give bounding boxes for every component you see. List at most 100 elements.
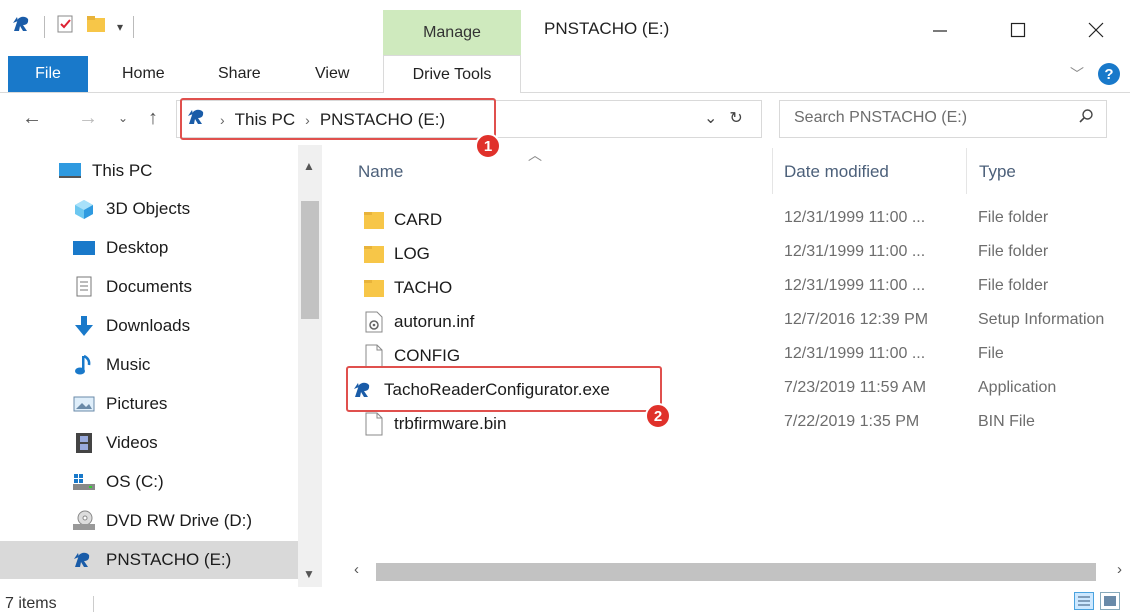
sidebar-item-os-c[interactable]: OS (C:) (72, 463, 372, 501)
file-type: File folder (978, 209, 1049, 226)
search-icon[interactable] (1078, 108, 1094, 129)
toolbar-divider (133, 15, 135, 38)
properties-icon[interactable] (55, 14, 75, 39)
scroll-right-icon[interactable]: › (1117, 561, 1122, 578)
file-date: 12/31/1999 11:00 ... (784, 243, 926, 260)
file-type: File folder (978, 277, 1049, 294)
address-highlight-box (180, 98, 496, 140)
close-icon (1088, 22, 1104, 38)
tab-file[interactable]: File (8, 56, 88, 92)
file-name-cell: LOG (362, 242, 430, 266)
file-date: 12/31/1999 11:00 ... (784, 277, 926, 294)
file-date: 12/7/2016 12:39 PM (784, 311, 929, 328)
table-row[interactable]: CARD 12/31/1999 11:00 ... File folder (0, 201, 1130, 235)
toolbar-divider (44, 15, 45, 38)
file-name-cell: CONFIG (362, 344, 460, 368)
address-dropdown-icon[interactable]: ⌄ (704, 108, 717, 128)
column-header-type[interactable]: Type (979, 162, 1016, 182)
file-date: 7/22/2019 1:35 PM (784, 413, 920, 430)
tab-share[interactable]: Share (218, 55, 261, 93)
file-name-cell: TACHO (362, 276, 452, 300)
maximize-icon (1010, 22, 1026, 38)
file-name-cell: autorun.inf (362, 310, 474, 334)
sidebar-item-pnstacho[interactable]: PNSTACHO (E:) (0, 541, 298, 579)
horizontal-scrollbar[interactable]: ‹ › (348, 560, 1130, 584)
settings-file-icon (362, 310, 386, 334)
new-folder-icon[interactable] (85, 14, 107, 39)
file-name: CARD (394, 210, 443, 229)
file-type: Setup Information (978, 311, 1105, 328)
tab-drive-tools[interactable]: Drive Tools (383, 55, 521, 94)
close-button[interactable] (1066, 10, 1126, 50)
back-arrow-icon[interactable]: ← (22, 107, 42, 130)
file-type: File folder (978, 243, 1049, 260)
recent-locations-icon[interactable]: ⌄ (118, 111, 128, 125)
column-header-date[interactable]: Date modified (784, 162, 889, 182)
large-icons-view-icon[interactable] (1100, 592, 1120, 610)
dvd-drive-icon (72, 510, 96, 532)
sidebar-item-label: This PC (92, 161, 153, 180)
sidebar-item-label: PNSTACHO (E:) (106, 550, 232, 569)
file-date: 7/23/2019 11:59 AM (784, 379, 927, 396)
minimize-icon (933, 30, 947, 32)
file-date: 12/31/1999 11:00 ... (784, 345, 926, 362)
file-name: autorun.inf (394, 312, 475, 331)
tab-manage[interactable]: Manage (383, 10, 521, 55)
title-bar: ▾ Manage PNSTACHO (E:) (0, 0, 1130, 55)
column-divider[interactable] (966, 148, 967, 194)
address-tools: ⌄ ↻ (704, 108, 743, 128)
monitor-icon (58, 160, 82, 182)
maximize-button[interactable] (988, 10, 1048, 50)
windows-drive-icon (72, 471, 96, 493)
tab-view[interactable]: View (315, 55, 349, 93)
file-date: 12/31/1999 11:00 ... (784, 209, 926, 226)
file-type: Application (978, 379, 1057, 396)
column-divider[interactable] (772, 148, 773, 194)
tab-home[interactable]: Home (122, 55, 165, 93)
step-badge-2: 2 (645, 403, 671, 429)
exe-highlight-box (346, 366, 662, 412)
expand-ribbon-icon[interactable]: ﹀ (1070, 64, 1084, 84)
help-icon[interactable]: ? (1098, 63, 1120, 85)
pnstacho-logo-icon (12, 15, 34, 38)
file-name: LOG (394, 244, 430, 263)
sidebar-item-label: OS (C:) (106, 472, 164, 491)
refresh-icon[interactable]: ↻ (729, 108, 742, 128)
file-type: BIN File (978, 413, 1035, 430)
file-name: CONFIG (394, 346, 461, 365)
blank-file-icon (362, 344, 386, 368)
scroll-left-icon[interactable]: ‹ (354, 561, 359, 578)
forward-arrow-icon[interactable]: → (78, 107, 98, 130)
search-input[interactable]: Search PNSTACHO (E:) (779, 100, 1107, 138)
quick-access-toolbar: ▾ (12, 14, 135, 39)
status-bar: 7 items (0, 590, 1130, 616)
file-name: trbfirmware.bin (394, 414, 507, 433)
up-arrow-icon[interactable]: ↑ (148, 107, 158, 130)
scroll-down-icon[interactable]: ▼ (303, 567, 315, 581)
table-row[interactable]: LOG 12/31/1999 11:00 ... File folder (0, 235, 1130, 269)
file-name-cell: CARD (362, 208, 442, 232)
search-placeholder: Search PNSTACHO (E:) (794, 109, 968, 126)
customize-toolbar-icon[interactable]: ▾ (117, 20, 123, 34)
file-type: File (978, 345, 1004, 362)
sidebar-item-dvd-d[interactable]: DVD RW Drive (D:) (72, 502, 372, 540)
item-count: 7 items (5, 595, 57, 612)
table-row[interactable]: autorun.inf 12/7/2016 12:39 PM Setup Inf… (0, 303, 1130, 337)
ribbon-tabs: File Home Share View Drive Tools ﹀ ? (0, 55, 1130, 94)
folder-icon (362, 242, 386, 266)
view-switcher (1074, 592, 1120, 610)
folder-icon (362, 208, 386, 232)
minimize-button[interactable] (910, 10, 970, 50)
status-divider (93, 596, 94, 612)
blank-file-icon (362, 412, 386, 436)
folder-icon (362, 276, 386, 300)
scrollbar-thumb[interactable] (376, 563, 1096, 581)
table-row[interactable]: TACHO 12/31/1999 11:00 ... File folder (0, 269, 1130, 303)
details-view-icon[interactable] (1074, 592, 1094, 610)
column-header-name[interactable]: Name (358, 162, 403, 182)
sort-ascending-icon: ︿ (528, 147, 542, 163)
step-badge-1: 1 (475, 133, 501, 159)
scroll-up-icon[interactable]: ▲ (303, 159, 315, 173)
sidebar-item-label: DVD RW Drive (D:) (106, 511, 253, 530)
file-name-cell: trbfirmware.bin (362, 412, 506, 436)
